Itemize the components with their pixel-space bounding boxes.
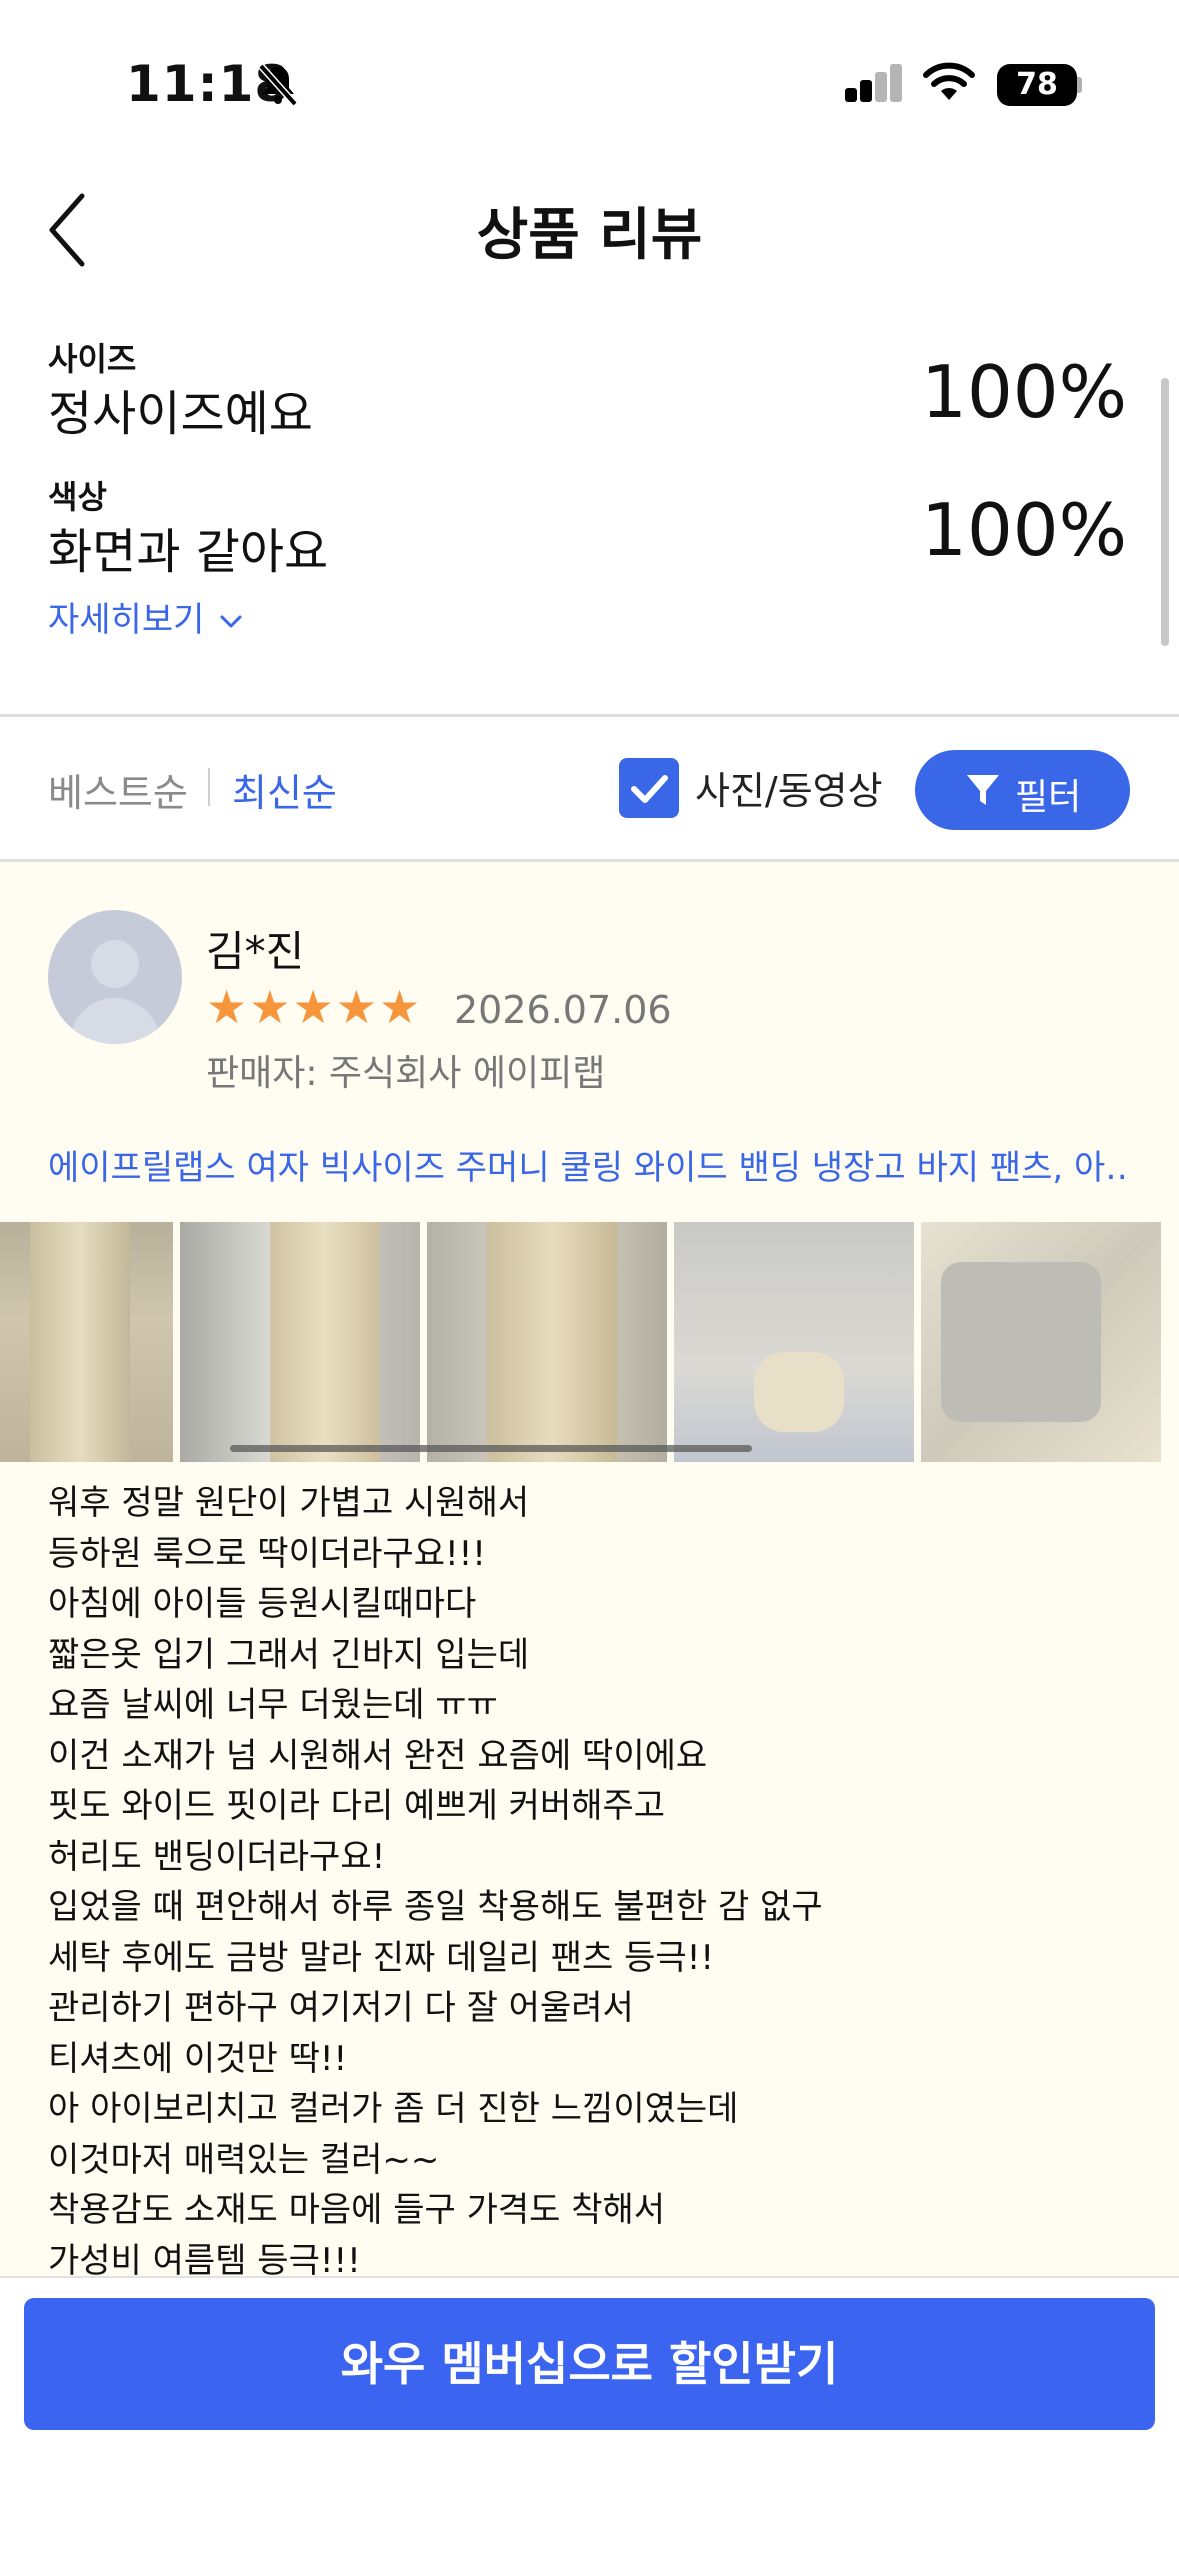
star-icon: ★ (292, 980, 334, 1034)
review-photo[interactable] (427, 1222, 667, 1462)
review-line: 이것마저 매력있는 컬러~~ (48, 2139, 440, 2180)
review-photo[interactable] (0, 1222, 173, 1462)
avatar-body (70, 998, 160, 1044)
star-rating: ★ ★ ★ ★ ★ (206, 984, 420, 1030)
battery-tip (1077, 77, 1082, 93)
chevron-down-icon (220, 615, 242, 627)
wow-membership-discount-button[interactable]: 와우 멤버십으로 할인받기 (24, 2298, 1155, 2430)
review-line: 세탁 후에도 금방 말라 진짜 데일리 팬츠 등극!! (48, 1937, 714, 1978)
photo-scroll-indicator[interactable] (230, 1445, 752, 1452)
photo-video-label[interactable]: 사진/동영상 (695, 760, 883, 815)
wifi-icon (923, 62, 975, 100)
star-icon: ★ (335, 980, 377, 1034)
review-line: 워후 정말 원단이 가볍고 시원해서 (48, 1483, 530, 1523)
reviewer-name: 김*진 (206, 927, 305, 976)
size-value: 정사이즈예요 (48, 386, 313, 442)
review-line: 관리하기 편하구 여기저기 다 잘 어울려서 (48, 1988, 634, 2028)
color-percent: 100% (921, 488, 1127, 572)
scrollbar-thumb[interactable] (1161, 378, 1169, 646)
photo-video-checkbox[interactable] (619, 758, 679, 818)
review-photo[interactable] (921, 1222, 1161, 1462)
review-line: 이건 소재가 넘 시원해서 완전 요즘에 딱이에요 (48, 1735, 708, 1776)
review-line: 요즘 날씨에 너무 더웠는데 ㅠㅠ (48, 1685, 498, 1725)
star-icon: ★ (379, 980, 421, 1034)
review-line: 아침에 아이들 등원시킬때마다 (48, 1584, 477, 1624)
silent-bell-icon (258, 63, 298, 107)
filter-button[interactable]: 필터 (915, 750, 1130, 830)
sort-newest[interactable]: 최신순 (232, 762, 337, 817)
sort-best[interactable]: 베스트순 (48, 762, 188, 817)
detail-link-label: 자세히보기 (48, 600, 205, 640)
avatar-head (91, 940, 139, 988)
review-line: 허리도 밴딩이더라구요! (48, 1836, 386, 1877)
review-line: 입었을 때 편안해서 하루 종일 착용해도 불편한 감 없구 (48, 1887, 823, 1927)
battery-icon: 78 (997, 64, 1077, 106)
sort-separator (208, 768, 210, 806)
seller-name: 판매자: 주식회사 에이피랩 (206, 1053, 606, 1094)
filter-funnel-icon (967, 775, 999, 805)
review-date: 2026.07.06 (454, 988, 672, 1032)
star-icon: ★ (206, 980, 248, 1034)
review-line: 티셔츠에 이것만 딱!! (48, 2038, 348, 2079)
product-link[interactable]: 에이프릴랩스 여자 빅사이즈 주머니 쿨링 와이드 밴딩 냉장고 바지 팬츠, … (48, 1140, 1128, 1189)
review-text: 워후 정말 원단이 가볍고 시원해서 등하원 룩으로 딱이더라구요!!! 아침에… (48, 1478, 1128, 2278)
review-photo[interactable] (674, 1222, 914, 1462)
page-title: 상품 리뷰 (476, 203, 703, 268)
star-icon: ★ (249, 980, 291, 1034)
color-value: 화면과 같아요 (48, 524, 329, 580)
avatar (48, 910, 182, 1044)
review-line: 아 아이보리치고 컬러가 좀 더 진한 느낌이였는데 (48, 2089, 739, 2129)
divider (0, 2276, 1179, 2278)
filter-button-label: 필터 (1015, 777, 1082, 818)
review-line: 등하원 룩으로 딱이더라구요!!! (48, 1533, 486, 1574)
review-line: 가성비 여름템 등극!!! (48, 2240, 361, 2279)
detail-link[interactable]: 자세히보기 (48, 592, 243, 641)
size-percent: 100% (921, 350, 1127, 434)
cell-signal-icon (845, 62, 902, 102)
divider (0, 714, 1179, 717)
review-photo[interactable] (180, 1222, 420, 1462)
checkmark-icon (631, 775, 668, 803)
review-line: 핏도 와이드 핏이라 다리 예쁘게 커버해주고 (48, 1786, 666, 1826)
review-line: 짧은옷 입기 그래서 긴바지 입는데 (48, 1634, 530, 1675)
review-line: 착용감도 소재도 마음에 들구 가격도 착해서 (48, 2190, 666, 2230)
